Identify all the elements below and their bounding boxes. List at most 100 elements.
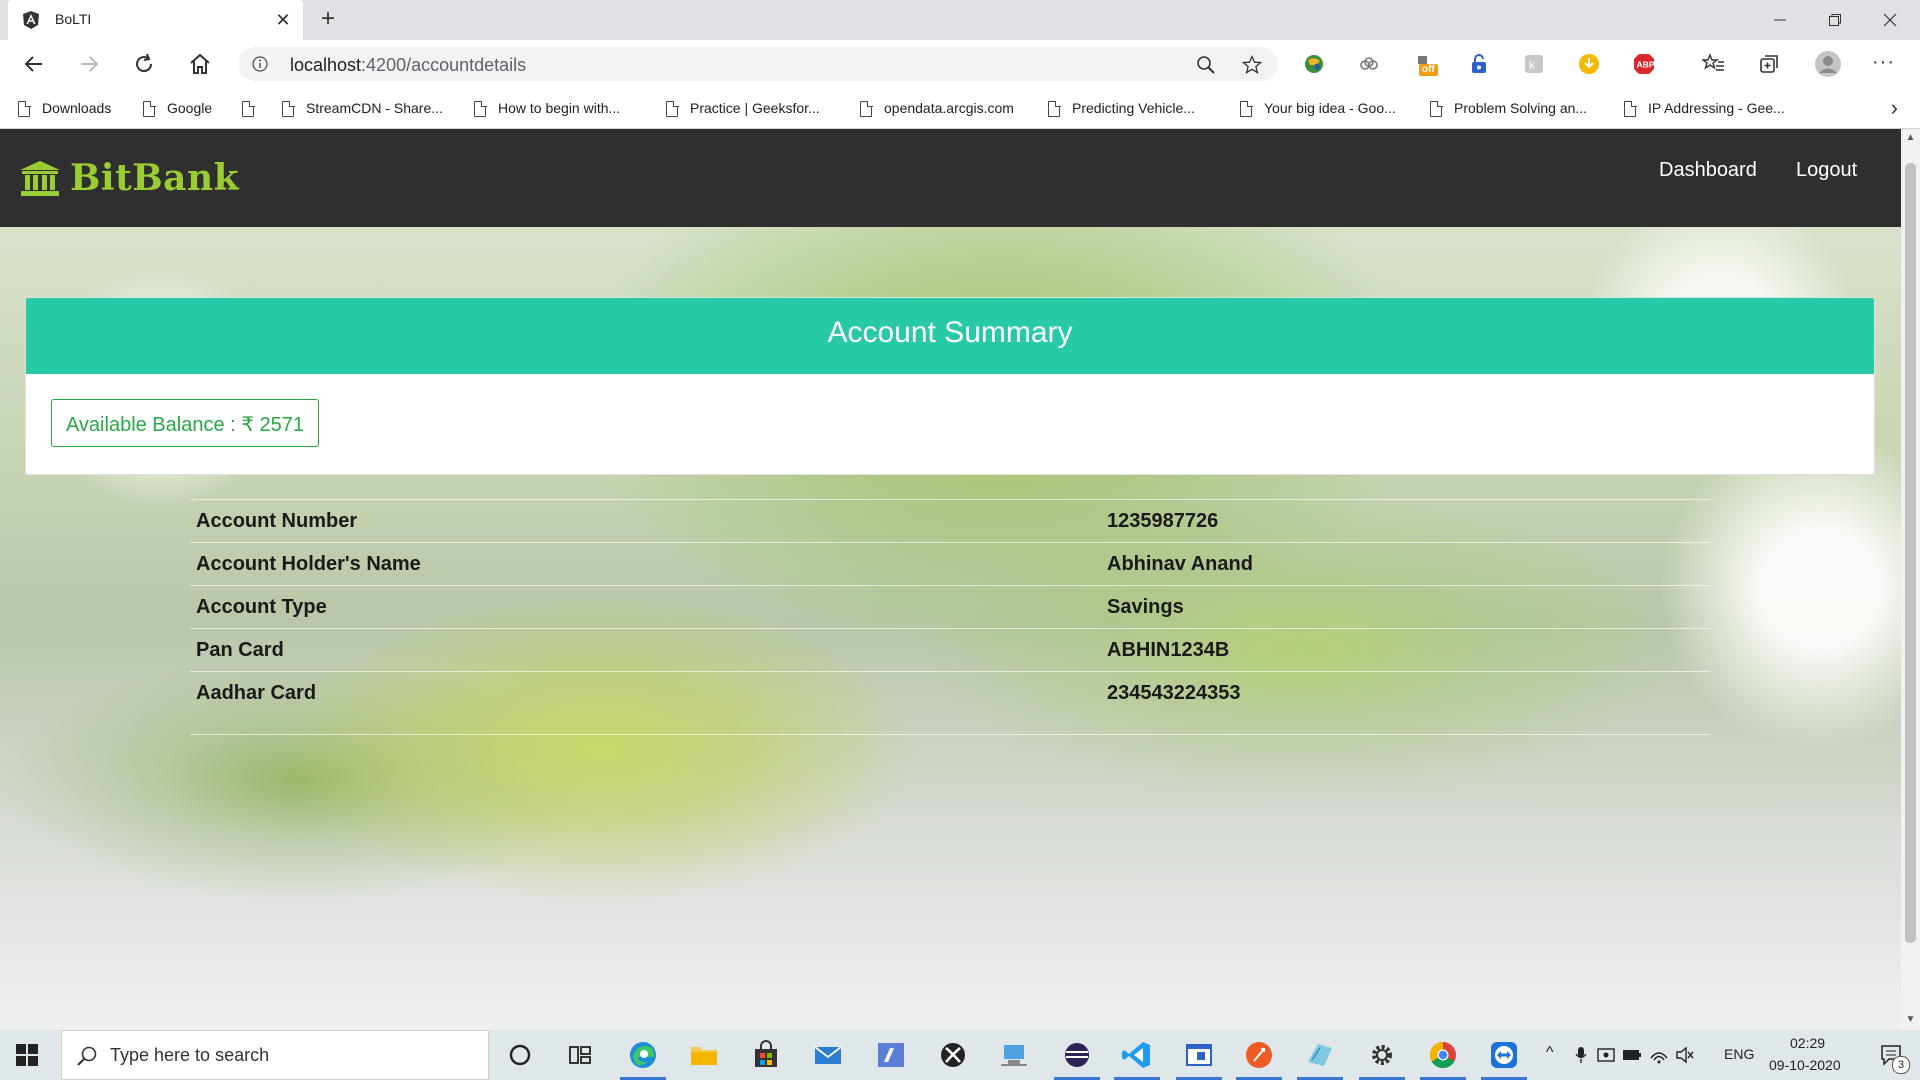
windows-taskbar: Type here to search ^ ENG 02:29 09-10-20… (0, 1030, 1920, 1080)
search-icon (77, 1046, 97, 1066)
account-summary-card: Account Summary Available Balance : ₹ 25… (25, 297, 1875, 475)
bookmark-item[interactable] (242, 96, 266, 120)
more-menu-icon[interactable]: ··· (1872, 52, 1896, 76)
close-window-button[interactable] (1863, 0, 1918, 40)
page-scrollbar[interactable]: ▲ ▼ (1901, 129, 1920, 1030)
home-icon[interactable] (188, 52, 212, 76)
minimize-button[interactable] (1753, 0, 1808, 40)
clock-time[interactable]: 02:29 (1790, 1035, 1825, 1051)
download-ext-icon[interactable] (1577, 52, 1601, 76)
available-balance-text: Available Balance : ₹ 2571 (65, 414, 305, 436)
browser-toolbar: localhost:4200/accountdetails off k ABP … (0, 40, 1920, 88)
tab-close-icon[interactable]: ✕ (271, 8, 295, 32)
eclipse-icon[interactable] (1061, 1040, 1093, 1070)
cortana-icon[interactable] (504, 1040, 536, 1070)
page-icon (1624, 100, 1637, 118)
bookmark-item[interactable]: Predicting Vehicle... (1048, 96, 1195, 120)
angular-favicon-icon (23, 11, 39, 29)
address-bar[interactable]: localhost:4200/accountdetails (238, 47, 1278, 81)
ext-badge: off (1419, 64, 1438, 76)
clock-date[interactable]: 09-10-2020 (1769, 1057, 1841, 1073)
chrome-icon[interactable] (1427, 1040, 1459, 1070)
page-icon (474, 100, 487, 118)
mail-icon[interactable] (812, 1040, 844, 1070)
bookmark-item[interactable]: IP Addressing - Gee... (1624, 96, 1785, 120)
available-balance-badge: Available Balance : ₹ 2571 (51, 399, 319, 447)
windows-start-icon[interactable] (16, 1044, 38, 1066)
edge-browser-icon[interactable] (627, 1040, 659, 1070)
browser-tab[interactable]: BoLTI ✕ (8, 0, 303, 40)
postman-icon[interactable] (1243, 1040, 1275, 1070)
bookmark-item[interactable]: StreamCDN - Share... (282, 96, 443, 120)
page-viewport: BitBank Dashboard Logout Account Summary… (0, 129, 1901, 1030)
scrollbar-thumb[interactable] (1905, 163, 1916, 943)
profile-avatar-icon[interactable] (1814, 50, 1842, 78)
reload-icon[interactable] (132, 52, 156, 76)
adblock-ext-icon[interactable]: ABP (1632, 52, 1656, 76)
remote-desktop-icon[interactable] (998, 1040, 1030, 1070)
tab-strip: BoLTI ✕ + (0, 0, 1920, 40)
url-text: localhost:4200/accountdetails (290, 55, 527, 75)
favorite-star-icon[interactable] (1242, 55, 1262, 75)
file-explorer-icon[interactable] (688, 1040, 720, 1070)
vscode-icon[interactable] (1121, 1040, 1153, 1070)
cloud-ext-icon[interactable] (1357, 52, 1381, 76)
bookmark-item[interactable]: opendata.arcgis.com (860, 96, 1014, 120)
xbox-icon[interactable] (937, 1040, 969, 1070)
bookmark-item[interactable]: Downloads (18, 96, 111, 120)
detail-label: Account Holder's Name (196, 553, 421, 575)
microphone-icon[interactable] (1574, 1046, 1588, 1064)
detail-value: Savings (1107, 596, 1184, 618)
translate-ext-icon[interactable]: k (1522, 52, 1546, 76)
volume-muted-icon[interactable] (1675, 1046, 1695, 1064)
notes-app-icon[interactable] (1304, 1040, 1336, 1070)
zoom-icon[interactable] (1196, 55, 1216, 75)
azure-studio-icon[interactable] (875, 1040, 907, 1070)
search-placeholder: Type here to search (110, 1045, 270, 1065)
store-icon[interactable] (750, 1040, 782, 1070)
page-icon (1430, 100, 1443, 118)
bookmark-item[interactable]: Your big idea - Goo... (1240, 96, 1396, 120)
nav-dashboard-link[interactable]: Dashboard (1659, 159, 1757, 182)
collections-icon[interactable] (1757, 52, 1781, 76)
brand-name: BitBank (70, 157, 240, 199)
teamviewer-icon[interactable] (1488, 1040, 1520, 1070)
bookmark-item[interactable]: How to begin with... (474, 96, 620, 120)
bookmarks-bar: Downloads Google StreamCDN - Share... Ho… (0, 88, 1920, 129)
detail-label: Aadhar Card (196, 682, 317, 704)
page-icon (666, 100, 679, 118)
settings-gear-icon[interactable] (1366, 1040, 1398, 1070)
site-info-icon[interactable] (252, 56, 268, 72)
nav-logout-link[interactable]: Logout (1796, 159, 1857, 182)
language-indicator[interactable]: ENG (1724, 1046, 1754, 1062)
globe-ext-icon[interactable] (1302, 52, 1326, 76)
chevron-up-icon[interactable]: ^ (1546, 1044, 1554, 1062)
wifi-icon[interactable] (1649, 1046, 1669, 1064)
page-icon (143, 100, 156, 118)
bookmark-item[interactable]: Practice | Geeksfor... (666, 96, 820, 120)
battery-icon[interactable] (1622, 1048, 1642, 1062)
scroll-up-icon[interactable]: ▲ (1905, 133, 1916, 143)
table-row: Account Number 1235987726 (190, 499, 1710, 542)
scroll-down-icon[interactable]: ▼ (1905, 1015, 1916, 1025)
favorites-list-icon[interactable] (1702, 52, 1726, 76)
window-app-icon[interactable] (1183, 1040, 1215, 1070)
bookmark-item[interactable]: Google (143, 96, 212, 120)
back-arrow-icon[interactable] (22, 52, 46, 76)
forward-arrow-icon[interactable] (77, 52, 101, 76)
bookmark-item[interactable]: Problem Solving an... (1430, 96, 1587, 120)
lock-ext-icon[interactable] (1467, 52, 1491, 76)
taskbar-search-box[interactable]: Type here to search (61, 1030, 489, 1080)
detail-value: 1235987726 (1107, 510, 1219, 532)
restore-icon (1829, 14, 1841, 26)
restore-button[interactable] (1808, 0, 1863, 40)
device-icon[interactable] (1597, 1046, 1615, 1064)
new-tab-icon[interactable]: + (314, 6, 342, 34)
chevron-right-icon[interactable]: › (1891, 97, 1898, 119)
deal-off-ext-icon[interactable]: off (1413, 52, 1438, 76)
card-title: Account Summary (827, 316, 1073, 349)
table-divider (190, 734, 1710, 755)
tab-title: BoLTI (55, 11, 92, 27)
table-row: Account Holder's Name Abhinav Anand (190, 542, 1710, 585)
task-view-icon[interactable] (564, 1040, 596, 1070)
